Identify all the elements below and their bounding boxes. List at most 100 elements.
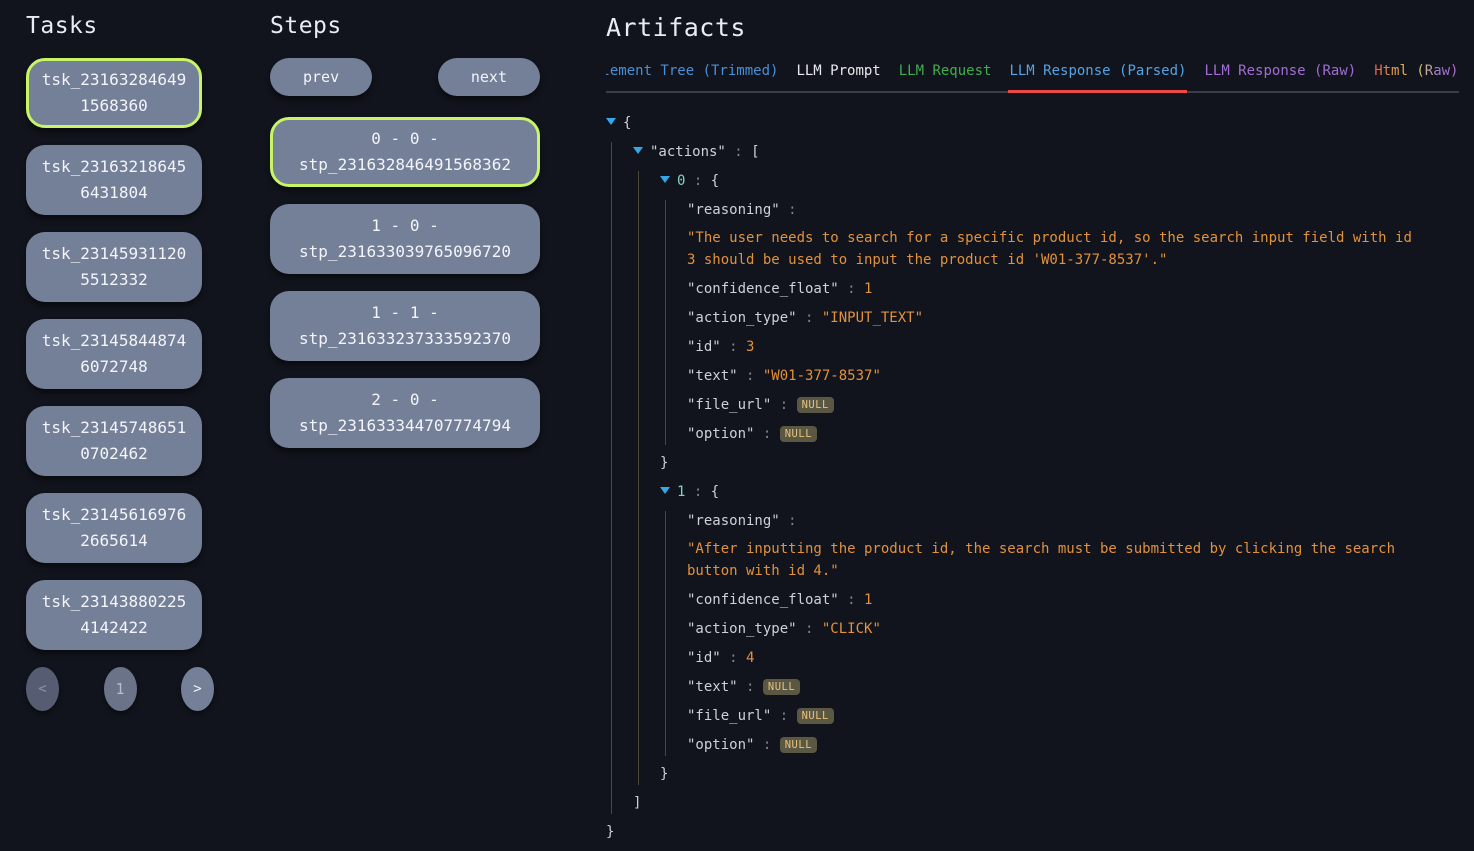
json-colon: : [771, 708, 796, 724]
artifacts-title: Artifacts [606, 13, 1474, 42]
steps-title: Steps [270, 13, 540, 39]
json-colon: : [780, 202, 797, 218]
json-tree-line: ] [633, 793, 1421, 814]
artifact-tab[interactable]: LLM Response (Parsed) [1008, 58, 1187, 91]
json-tree-line: } [660, 453, 1421, 474]
task-button[interactable]: tsk_231438802254142422 [26, 580, 202, 650]
json-colon: : [797, 621, 822, 637]
json-colon: : [738, 368, 763, 384]
expand-arrow-icon[interactable] [660, 176, 670, 183]
json-bracket: } [660, 455, 668, 471]
json-colon: : [771, 397, 796, 413]
json-bracket: { [711, 173, 719, 189]
json-tree-line: "id" : 3 [687, 337, 1421, 358]
json-key: "confidence_float" [687, 592, 839, 608]
step-button[interactable]: 2 - 0 - stp_231633344707774794 [270, 378, 540, 448]
json-key: "id" [687, 339, 721, 355]
tasks-title: Tasks [26, 13, 202, 39]
json-colon: : [685, 173, 710, 189]
json-colon: : [797, 310, 822, 326]
task-button[interactable]: tsk_231459311205512332 [26, 232, 202, 302]
pagination-page-button[interactable]: 1 [104, 667, 137, 711]
artifact-tab[interactable]: LLM Prompt [795, 58, 881, 91]
json-key: "text" [687, 679, 738, 695]
null-badge: NULL [797, 708, 834, 724]
json-tree-line: "action_type" : "INPUT_TEXT" [687, 308, 1421, 329]
json-branch: "reasoning" : "The user needs to search … [665, 200, 1421, 445]
task-button[interactable]: tsk_231457486510702462 [26, 406, 202, 476]
null-badge: NULL [797, 397, 834, 413]
json-tree-line: { [606, 113, 1421, 134]
json-tree-line: 1 : { [660, 482, 1421, 503]
json-colon: : [721, 650, 746, 666]
pagination-prev-button[interactable]: < [26, 667, 59, 711]
pagination-next-button[interactable]: > [181, 667, 214, 711]
json-colon: : [754, 426, 779, 442]
expand-arrow-icon[interactable] [606, 118, 616, 125]
json-tree: {"actions" : [0 : {"reasoning" : "The us… [606, 113, 1421, 843]
steps-panel: Steps prev next 0 - 0 - stp_231632846491… [270, 0, 540, 465]
json-colon: : [839, 592, 864, 608]
next-step-button[interactable]: next [438, 58, 540, 96]
json-tree-line: "reasoning" : [687, 511, 1421, 532]
json-tree-line: "actions" : [ [633, 142, 1421, 163]
json-key: "file_url" [687, 397, 771, 413]
task-button[interactable]: tsk_231458448746072748 [26, 319, 202, 389]
step-list: 0 - 0 - stp_231632846491568362 1 - 0 - st… [270, 117, 540, 448]
step-button[interactable]: 0 - 0 - stp_231632846491568362 [270, 117, 540, 187]
json-key: "reasoning" [687, 202, 780, 218]
json-number-value: 1 [864, 592, 872, 608]
json-number-value: 3 [746, 339, 754, 355]
json-branch: "actions" : [0 : {"reasoning" : "The use… [611, 142, 1421, 814]
json-string-value: "INPUT_TEXT" [822, 310, 923, 326]
null-badge: NULL [780, 426, 817, 442]
task-button[interactable]: tsk_231632186456431804 [26, 145, 202, 215]
json-string-block: "The user needs to search for a specific… [687, 227, 1420, 271]
tasks-pagination: < 1 > [26, 667, 214, 711]
prev-step-button[interactable]: prev [270, 58, 372, 96]
json-tree-line: } [606, 822, 1421, 843]
json-colon: : [839, 281, 864, 297]
json-colon: : [780, 513, 797, 529]
task-button[interactable]: tsk_231456169762665614 [26, 493, 202, 563]
json-tree-line: "reasoning" : [687, 200, 1421, 221]
json-key: "reasoning" [687, 513, 780, 529]
json-string-value: "CLICK" [822, 621, 881, 637]
json-key: "action_type" [687, 310, 797, 326]
json-tree-line: "id" : 4 [687, 648, 1421, 669]
json-tree-line: "file_url" : NULL [687, 395, 1421, 416]
json-key: "actions" [650, 144, 726, 160]
app-layout: Tasks tsk_231632846491568360 tsk_23163218… [0, 0, 1474, 851]
json-bracket: } [606, 824, 614, 840]
json-bracket: [ [751, 144, 759, 160]
step-button[interactable]: 1 - 1 - stp_231633237333592370 [270, 291, 540, 361]
artifact-tab-strip: Element Tree (Trimmed) LLM Prompt LLM Requ… [606, 58, 1459, 93]
json-colon: : [726, 144, 751, 160]
artifact-tab[interactable]: Element Tree (Trimmed) [606, 58, 779, 91]
expand-arrow-icon[interactable] [633, 147, 643, 154]
expand-arrow-icon[interactable] [660, 487, 670, 494]
json-tree-line: "action_type" : "CLICK" [687, 619, 1421, 640]
artifact-tabs-clip: Element Tree (Trimmed) LLM Prompt LLM Requ… [606, 58, 1474, 93]
json-tree-line: "confidence_float" : 1 [687, 279, 1421, 300]
json-bracket: { [623, 115, 631, 131]
json-tree-line: "option" : NULL [687, 735, 1421, 756]
json-branch: "reasoning" : "After inputting the produ… [665, 511, 1421, 756]
step-nav-row: prev next [270, 58, 540, 96]
json-colon: : [738, 679, 763, 695]
json-number-value: 4 [746, 650, 754, 666]
json-key: "text" [687, 368, 738, 384]
json-string-block: "After inputting the product id, the sea… [687, 538, 1420, 582]
artifact-tab[interactable]: Html (Raw) [1373, 58, 1459, 91]
json-colon: : [721, 339, 746, 355]
null-badge: NULL [780, 737, 817, 753]
artifact-tab[interactable]: LLM Request [898, 58, 993, 91]
json-tree-line: "text" : NULL [687, 677, 1421, 698]
task-button[interactable]: tsk_231632846491568360 [26, 58, 202, 128]
json-tree-line: "option" : NULL [687, 424, 1421, 445]
json-colon: : [754, 737, 779, 753]
step-button[interactable]: 1 - 0 - stp_231633039765096720 [270, 204, 540, 274]
json-bracket: ] [633, 795, 641, 811]
json-tree-line: 0 : { [660, 171, 1421, 192]
artifact-tab[interactable]: LLM Response (Raw) [1203, 58, 1357, 91]
